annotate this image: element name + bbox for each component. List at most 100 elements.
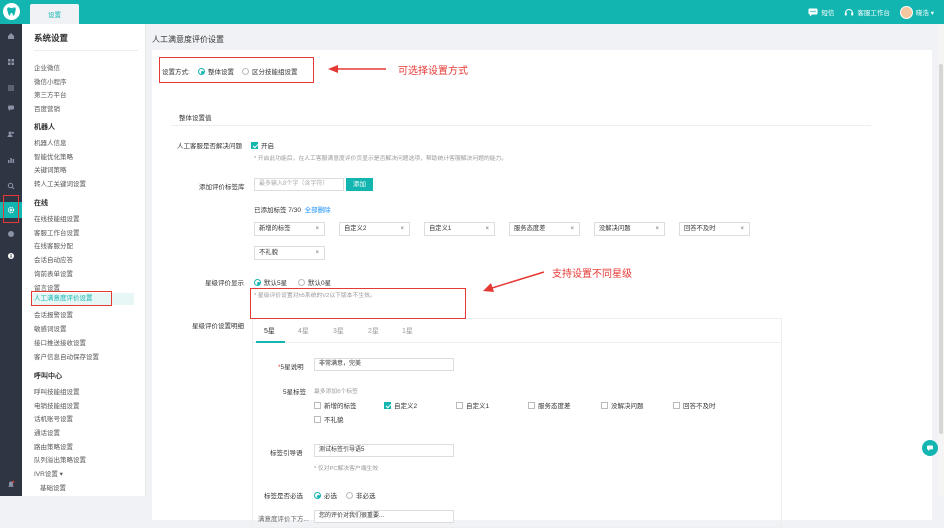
close-icon[interactable]: × [400,223,404,235]
tab-star-2[interactable]: 2星 [368,326,379,336]
nav-list[interactable] [0,80,22,96]
sidebar-item[interactable]: 敏感词设置 [34,323,67,333]
chat-float-button[interactable] [922,440,938,456]
tag-chip[interactable]: 回答不及时 × [679,222,750,236]
sidebar-item[interactable]: 在线技能组设置 [34,213,80,223]
star-option-5[interactable]: 默认5星 [254,277,287,287]
sidebar-item[interactable]: 关键词策略 [34,164,67,174]
star-tag-check[interactable]: 自定义1 [456,400,489,410]
nav-notifications[interactable] [0,476,22,492]
tag-chip-label: 回答不及时 [684,225,716,232]
star-tag-check-label: 服务态度差 [538,403,571,410]
required-option-no[interactable]: 非必选 [346,490,376,500]
tag-chip[interactable]: 自定义2 × [339,222,410,236]
sidebar-item[interactable]: 客户信息自动保存设置 [34,351,99,361]
sidebar-item[interactable]: 第三方平台 [34,89,67,99]
tooth-logo-icon[interactable] [3,3,20,20]
scrollbar-thumb[interactable] [939,64,943,434]
sms-button[interactable]: 短信 [808,7,834,17]
tab-star-4[interactable]: 4星 [298,326,309,336]
sidebar-item[interactable]: 转人工关键词设置 [34,178,86,188]
workbench-button[interactable]: 客服工作台 [844,7,890,17]
sidebar-item[interactable]: 企业微信 [34,62,60,72]
star-option-0[interactable]: 默认0星 [298,277,331,287]
nav-users[interactable] [0,126,22,142]
star-tag-check[interactable]: 自定义2 [384,400,417,410]
star-desc-label: *5星说明 [278,364,304,371]
checkbox-icon [673,402,680,409]
sidebar-item[interactable]: 呼叫技能组设置 [34,386,80,396]
sidebar-subitem[interactable]: 基础设置 [40,482,66,492]
star-tag-check-label: 没解决问题 [611,403,644,410]
top-bar: 设置 短信 客服工作台 晓浩 ▾ [0,0,944,24]
sidebar-item[interactable]: 话机账号设置 [34,413,73,423]
nav-chat[interactable] [0,100,22,116]
tab-star-5[interactable]: 5星 [264,326,275,336]
nav-info[interactable] [0,248,22,264]
tag-chip[interactable]: 没解决问题 × [594,222,665,236]
close-icon[interactable]: × [740,223,744,235]
sidebar-divider [34,50,138,51]
tag-chip[interactable]: 自定义1 × [424,222,495,236]
active-tab-indicator [256,341,285,343]
star-tag-hint: 最多添加6个标签 [314,389,358,395]
required-option-yes[interactable]: 必选 [314,490,337,500]
checkbox-icon [384,402,391,409]
close-icon[interactable]: × [315,223,319,235]
sidebar-item[interactable]: 通话设置 [34,427,60,437]
checkbox-icon [314,402,321,409]
sidebar-item[interactable]: 接口推送接收设置 [34,337,86,347]
sidebar-item[interactable]: 机器人信息 [34,137,67,147]
star-tag-check[interactable]: 回答不及时 [673,400,716,410]
sidebar-item[interactable]: 客服工作台设置 [34,227,80,237]
resolved-label: 人工客服是否解决问题 [177,143,242,150]
star-tag-check[interactable]: 新增的标签 [314,400,357,410]
list-icon [8,85,14,91]
star-tag-check[interactable]: 服务态度差 [528,400,571,410]
nav-apps[interactable] [0,54,22,70]
sidebar-item[interactable]: 会话自动应答 [34,254,73,264]
sidebar-item[interactable]: 微信小程序 [34,76,67,86]
guide-input[interactable]: 测试标签引导语5 [314,444,454,457]
close-icon[interactable]: × [315,247,319,259]
nav-stats[interactable] [0,152,22,168]
bottom-input[interactable]: 您的评价对我们很重要... [314,510,454,523]
page-scrollbar[interactable] [938,24,944,496]
delete-all-link[interactable]: 全部删除 [305,207,331,214]
star-desc-label-text: 5星说明 [280,364,304,371]
help-icon [8,231,14,237]
tag-input[interactable]: 最多输入8个字（含字符） [254,178,344,191]
star-display-label: 星级评价显示 [205,280,244,287]
tag-chip[interactable]: 服务态度差 × [509,222,580,236]
sidebar-item[interactable]: 百度营销 [34,103,60,113]
sidebar-item[interactable]: 路由策略设置 [34,441,73,451]
nav-home[interactable] [0,28,22,44]
tab-star-3[interactable]: 3星 [333,326,344,336]
close-icon[interactable]: × [570,223,574,235]
user-menu[interactable]: 晓浩 ▾ [899,5,934,19]
sidebar-item[interactable]: 队列溢出策略设置 [34,454,86,464]
sidebar-item[interactable]: 会话报警设置 [34,309,73,319]
sidebar-item[interactable]: 询前表单设置 [34,268,73,278]
nav-help[interactable] [0,226,22,242]
tab-settings[interactable]: 设置 [30,4,79,24]
close-icon[interactable]: × [655,223,659,235]
annotation-arrow-down-left-icon [483,271,545,292]
sidebar-item[interactable]: 在线客服分配 [34,240,73,250]
sidebar-item-ivr[interactable]: IVR设置 ▾ [34,468,63,478]
close-icon[interactable]: × [485,223,489,235]
tab-star-1[interactable]: 1星 [402,326,413,336]
star-tag-check[interactable]: 没解决问题 [601,400,644,410]
nav-search[interactable] [0,178,22,194]
star-tag-check[interactable]: 不礼貌 [314,414,344,424]
section-title: 整体设置值 [171,112,871,126]
chat-icon [927,445,933,451]
tag-chip[interactable]: 新增的标签 × [254,222,325,236]
add-tag-button[interactable]: 添加 [346,178,373,191]
tag-chip[interactable]: 不礼貌 × [254,246,325,260]
guide-hint: * 仅对PC解决客户端生效 [314,466,379,472]
resolved-checkbox[interactable]: 开启 [251,140,274,150]
sidebar-item[interactable]: 智能优化策略 [34,151,73,161]
sidebar-item[interactable]: 电销技能组设置 [34,400,80,410]
star-desc-input[interactable]: 非常满意，完美 [314,358,454,371]
